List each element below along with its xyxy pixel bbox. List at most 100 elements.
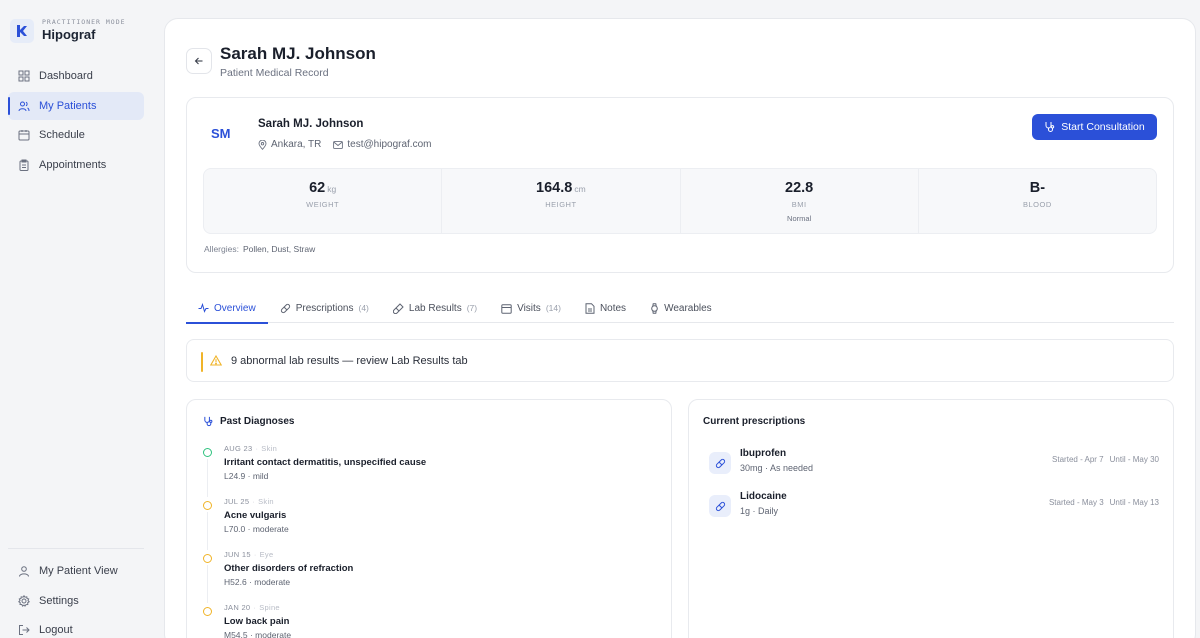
stat-blood: B- BLOOD [919,169,1156,233]
prescription-start: Started - Apr 7 [1052,455,1104,464]
past-diagnoses-title: Past Diagnoses [203,416,294,427]
diagnosis-code: M54.5 · moderate [224,630,292,638]
hipograf-logo-icon [10,18,34,43]
document-icon [585,302,595,314]
tab-label: Lab Results [408,302,462,314]
allergies-label: Allergies: [204,244,239,254]
diagnosis-name: Low back pain [224,616,290,627]
sidebar-item-label: Dashboard [39,70,93,82]
prescription-name: Ibuprofen [740,448,787,459]
tab-wearables[interactable]: Wearables [638,293,724,323]
sidebar-item-settings[interactable]: Settings [8,587,144,615]
patient-name: Sarah MJ. Johnson [258,118,364,130]
stat-weight-label: WEIGHT [306,200,340,209]
brand[interactable]: PRACTITIONER MODE Hipograf [10,18,126,43]
user-icon [18,565,30,577]
sidebar-item-label: Schedule [39,129,85,142]
record-tabs: Overview Prescriptions (4) Lab Results (7)… [186,293,1174,324]
start-consultation-button[interactable]: Start Consultation [1032,114,1157,140]
vitals-stats: 62 kg WEIGHT 164.8 cm HEIGHT 22.8 BMI Norm… [203,168,1157,234]
stat-height-value: 164.8 [536,180,573,196]
gear-icon [18,594,30,607]
status-dot [203,554,212,563]
main-panel: Sarah MJ. Johnson Patient Medical Record… [164,18,1196,638]
diagnosis-item[interactable]: AUG 23 · Skin Irritant contact dermatitis,… [203,444,426,497]
page-subtitle: Patient Medical Record [220,67,329,79]
page-title: Sarah MJ. Johnson [220,44,376,63]
status-dot [203,607,212,616]
tab-label: Prescriptions [295,302,354,314]
sidebar-item-label: My Patients [39,99,97,112]
warning-icon [210,355,222,366]
patient-summary-card: SM Sarah MJ. Johnson Ankara, TR test@hip… [186,97,1174,273]
diagnosis-code: L24.9 · mild [224,471,269,481]
timeline-connector [207,512,208,550]
pill-icon [709,452,731,474]
back-button[interactable] [186,48,212,74]
stat-blood-label: BLOOD [1022,200,1052,209]
sidebar-item-logout[interactable]: Logout [8,616,144,638]
stethoscope-icon [204,416,213,427]
patient-location-text: Ankara, TR [271,139,322,150]
stat-weight-value: 62 [309,180,326,196]
tab-count: (4) [358,303,369,313]
allergies: Allergies: Pollen, Dust, Straw [204,244,315,254]
diagnosis-item[interactable]: JUN 15 · Eye Other disorders of refraction… [203,550,426,603]
past-diagnoses-card: Past Diagnoses AUG 23 · Skin Irritant cont… [186,399,672,638]
tab-prescriptions[interactable]: Prescriptions (4) [268,293,381,323]
tab-label: Wearables [664,302,712,314]
diagnosis-date: AUG 23 [224,444,253,453]
tab-notes[interactable]: Notes [573,293,638,323]
sidebar-item-schedule[interactable]: Schedule [8,121,144,149]
status-dot [203,448,212,457]
sidebar-item-label: Logout [39,624,73,637]
stat-bmi: 22.8 BMI Normal [681,169,919,233]
timeline-connector [207,565,208,603]
past-diagnoses-label: Past Diagnoses [220,416,295,427]
diagnosis-item[interactable]: JUL 25 · Skin Acne vulgaris L70.0 · modera… [203,497,426,550]
arrow-left-icon [194,57,203,65]
stethoscope-icon [1045,122,1055,132]
diagnosis-item[interactable]: JAN 20 · Spine Low back pain M54.5 · moder… [203,603,426,638]
sidebar-item-my-patients[interactable]: My Patients [8,91,144,120]
grid-icon [18,70,30,82]
test-tube-icon [392,302,404,314]
sidebar-item-label: Appointments [39,158,107,171]
tab-label: Overview [214,302,256,314]
tab-label: Visits [517,302,541,314]
abnormal-labs-alert[interactable]: 9 abnormal lab results — review Lab Resu… [186,339,1174,382]
diagnosis-category: Spine [259,603,280,612]
stat-weight: 62 kg WEIGHT [204,169,443,233]
patient-email-text: test@hipograf.com [347,139,432,150]
diagnosis-code: H52.6 · moderate [224,577,291,587]
alert-text: 9 abnormal lab results — review Lab Resu… [231,354,468,367]
pill-icon [280,303,290,313]
location-pin-icon [258,139,267,150]
diagnosis-category: Skin [261,444,278,453]
prescription-item[interactable]: Lidocaine 1g · Daily Started - May 3 Unti… [709,489,1159,523]
tab-visits[interactable]: Visits (14) [489,293,573,323]
patient-email[interactable]: test@hipograf.com [333,139,431,150]
sidebar-item-my-patient-view[interactable]: My Patient View [8,557,144,585]
tab-overview[interactable]: Overview [186,293,268,324]
diagnosis-date: JUN 15 [224,550,251,559]
allergies-value: Pollen, Dust, Straw [242,244,316,254]
stat-height-label: HEIGHT [545,200,577,209]
diagnosis-name: Other disorders of refraction [224,563,354,574]
pill-icon [709,495,731,517]
prescription-item[interactable]: Ibuprofen 30mg · As needed Started - Apr… [709,446,1159,480]
mail-icon [333,140,344,149]
tab-lab-results[interactable]: Lab Results (7) [381,293,489,323]
stat-blood-value: B- [1029,180,1046,196]
prescription-dates: Started - May 3 Until - May 13 [1043,498,1159,507]
stat-bmi-label: BMI [791,200,807,209]
sidebar-item-appointments[interactable]: Appointments [8,151,144,179]
sidebar-item-dashboard[interactable]: Dashboard [8,62,144,90]
activity-icon [198,303,209,313]
sidebar-nav: Dashboard My Patients Schedule Appointme… [8,62,144,180]
sidebar: PRACTITIONER MODE Hipograf Dashboard My … [0,0,152,638]
brand-mode: PRACTITIONER MODE [42,18,126,26]
prescription-dates: Started - Apr 7 Until - May 30 [1046,455,1159,464]
brand-name: Hipograf [42,27,96,42]
diagnosis-name: Irritant contact dermatitis, unspecified… [224,457,427,468]
